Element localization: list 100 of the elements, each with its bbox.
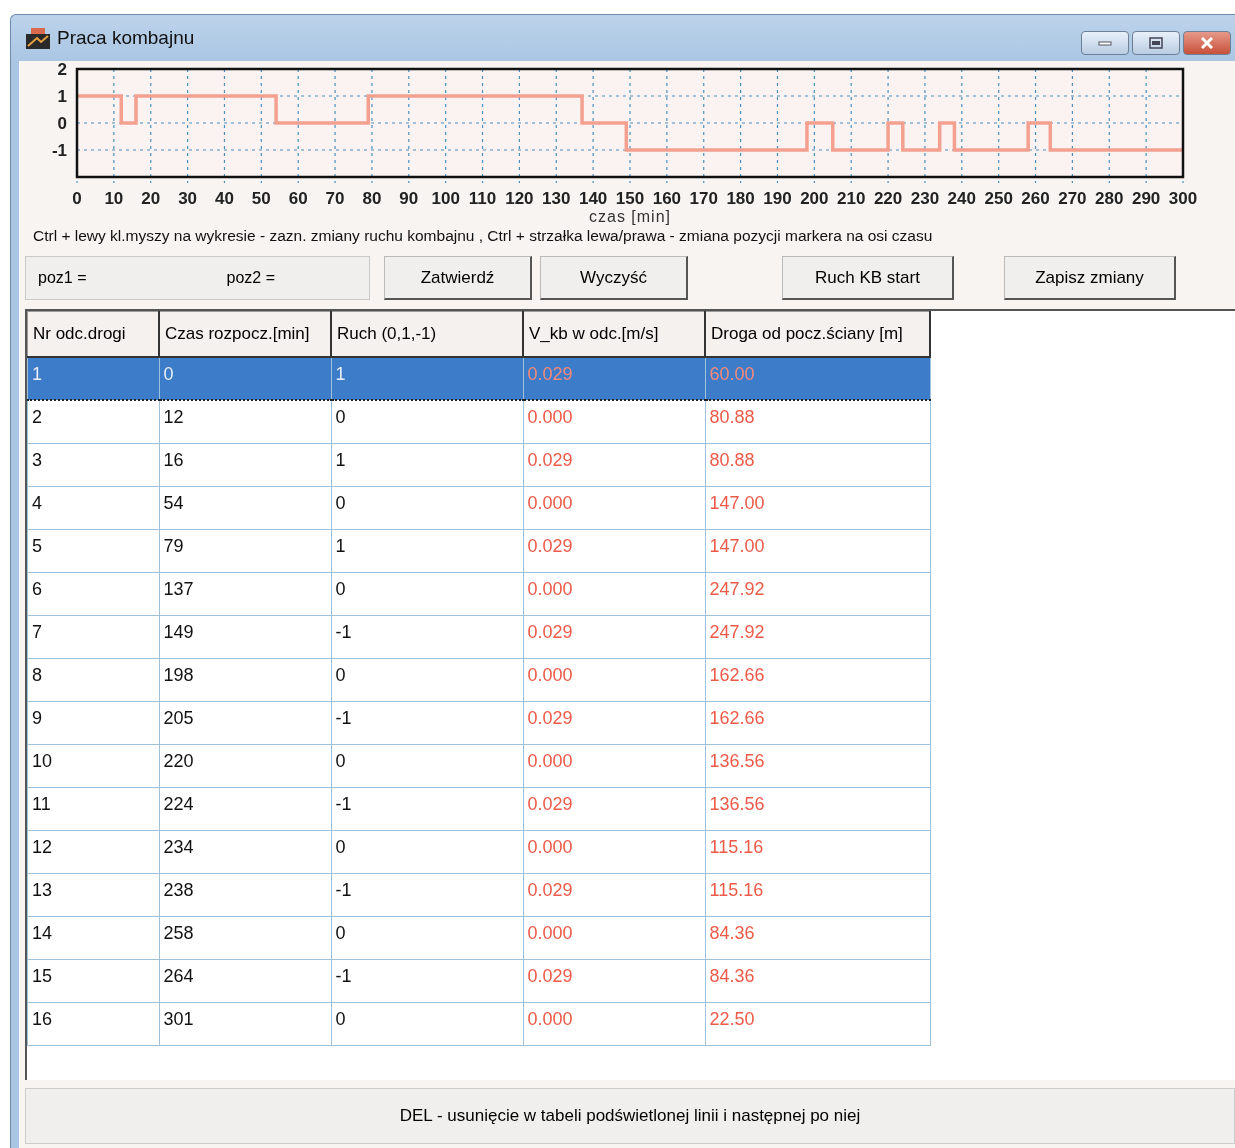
table-cell: 0.000 (523, 744, 705, 787)
axis-tick-label: 1 (57, 87, 67, 106)
table-row[interactable]: 9 205 -1 0.029 162.66 (27, 701, 930, 744)
maximize-button[interactable] (1132, 31, 1180, 55)
column-header[interactable]: Nr odc.drogi (27, 311, 159, 357)
table-cell: 0.000 (523, 830, 705, 873)
table-cell: 0.000 (523, 916, 705, 959)
table-row[interactable]: 4 54 0 0.000 147.00 (27, 486, 930, 529)
table-cell: 10 (27, 744, 159, 787)
table-cell: 149 (159, 615, 331, 658)
table-row[interactable]: 6 137 0 0.000 247.92 (27, 572, 930, 615)
axis-tick-label: 110 (468, 189, 497, 208)
action-button[interactable]: Wyczyść (540, 256, 688, 300)
axis-tick-label: 280 (1095, 189, 1124, 208)
table-cell: 7 (27, 615, 159, 658)
table-cell: 0 (331, 744, 523, 787)
action-button[interactable]: Zapisz zmiany (1004, 256, 1176, 300)
table-cell: -1 (331, 615, 523, 658)
table-cell: 80.88 (705, 400, 930, 443)
table-cell: 0 (159, 357, 331, 400)
column-header[interactable]: Ruch (0,1,-1) (331, 311, 523, 357)
table-row[interactable]: 2 12 0 0.000 80.88 (27, 400, 930, 443)
table-cell: 115.16 (705, 830, 930, 873)
table-cell: 1 (331, 357, 523, 400)
table-cell: 147.00 (705, 529, 930, 572)
column-header[interactable]: Droga od pocz.ściany [m] (705, 311, 930, 357)
table-cell: 0.029 (523, 959, 705, 1002)
table-cell: 12 (159, 400, 331, 443)
table-cell: 0.029 (523, 701, 705, 744)
table-cell: 0.000 (523, 400, 705, 443)
table-cell: 0.029 (523, 529, 705, 572)
table-row[interactable]: 12 234 0 0.000 115.16 (27, 830, 930, 873)
table-cell: 136.56 (705, 744, 930, 787)
table-row[interactable]: 5 79 1 0.029 147.00 (27, 529, 930, 572)
table-cell: 84.36 (705, 916, 930, 959)
table-cell: 0 (331, 486, 523, 529)
axis-tick-label: 150 (615, 189, 645, 208)
axis-tick-label: 270 (1058, 189, 1087, 208)
table-cell: 0.029 (523, 873, 705, 916)
action-button[interactable]: Ruch KB start (782, 256, 954, 300)
table-cell: 264 (159, 959, 331, 1002)
column-header[interactable]: Czas rozpocz.[min] (159, 311, 331, 357)
table-cell: 0 (331, 658, 523, 701)
table-cell: 301 (159, 1002, 331, 1045)
table-cell: 205 (159, 701, 331, 744)
minimize-button[interactable] (1081, 31, 1129, 55)
table-cell: 54 (159, 486, 331, 529)
axis-title: czas [min] (589, 208, 671, 225)
table-cell: -1 (331, 787, 523, 830)
table-cell: 13 (27, 873, 159, 916)
axis-tick-label: 220 (873, 189, 903, 208)
close-icon (1201, 37, 1213, 49)
axis-tick-label: 170 (689, 189, 718, 208)
axis-tick-label: 260 (1021, 189, 1050, 208)
motion-chart[interactable]: 0 10 20 30 40 50 60 70 80 90 100 110 120 130 140 150 160 170 180 190 200 210 220 230 240 250 260 270 280 290 300 -1 0 1 2 czas [min] (19, 61, 1235, 227)
table-row[interactable]: 10 220 0 0.000 136.56 (27, 744, 930, 787)
table-row[interactable]: 16 301 0 0.000 22.50 (27, 1002, 930, 1045)
axis-tick-label: 140 (578, 189, 608, 208)
table-cell: 0 (331, 572, 523, 615)
axis-tick-label: 210 (837, 189, 866, 208)
table-row[interactable]: 1 0 1 0.029 60.00 (27, 357, 930, 400)
table-row[interactable]: 7 149 -1 0.029 247.92 (27, 615, 930, 658)
column-header[interactable]: V_kb w odc.[m/s] (523, 311, 705, 357)
table-cell: 14 (27, 916, 159, 959)
table-cell: 147.00 (705, 486, 930, 529)
close-button[interactable] (1183, 31, 1231, 55)
table-cell: 16 (27, 1002, 159, 1045)
axis-tick-label: 250 (984, 189, 1013, 208)
table-cell: 3 (27, 443, 159, 486)
position-label: poz1 = (38, 269, 87, 287)
table-cell: 136.56 (705, 787, 930, 830)
table-cell: 0.029 (523, 443, 705, 486)
axis-tick-label: 240 (947, 189, 976, 208)
table-cell: 8 (27, 658, 159, 701)
axis-tick-label: 290 (1131, 189, 1161, 208)
axis-tick-label: 300 (1168, 189, 1198, 208)
axis-tick-label: 2 (57, 61, 67, 79)
axis-tick-label: 100 (431, 189, 460, 208)
table-cell: 0 (331, 400, 523, 443)
table-cell: 198 (159, 658, 331, 701)
table-row[interactable]: 14 258 0 0.000 84.36 (27, 916, 930, 959)
table-cell: -1 (331, 873, 523, 916)
axis-tick-label: 40 (215, 189, 234, 208)
table-cell: 1 (331, 529, 523, 572)
table-cell: 0.029 (523, 357, 705, 400)
table-row[interactable]: 3 16 1 0.029 80.88 (27, 443, 930, 486)
table-cell: 11 (27, 787, 159, 830)
table-row[interactable]: 11 224 -1 0.029 136.56 (27, 787, 930, 830)
table-cell: 162.66 (705, 701, 930, 744)
table-row[interactable]: 13 238 -1 0.029 115.16 (27, 873, 930, 916)
axis-tick-label: 60 (288, 189, 308, 208)
table-cell: 60.00 (705, 357, 930, 400)
action-button[interactable]: Zatwierdź (384, 256, 532, 300)
table-cell: 0 (331, 916, 523, 959)
table-row[interactable]: 8 198 0 0.000 162.66 (27, 658, 930, 701)
table-row[interactable]: 15 264 -1 0.029 84.36 (27, 959, 930, 1002)
axis-tick-label: 80 (362, 189, 382, 208)
axis-tick-label: 10 (104, 189, 124, 208)
table-cell: 79 (159, 529, 331, 572)
table-cell: 0.000 (523, 658, 705, 701)
